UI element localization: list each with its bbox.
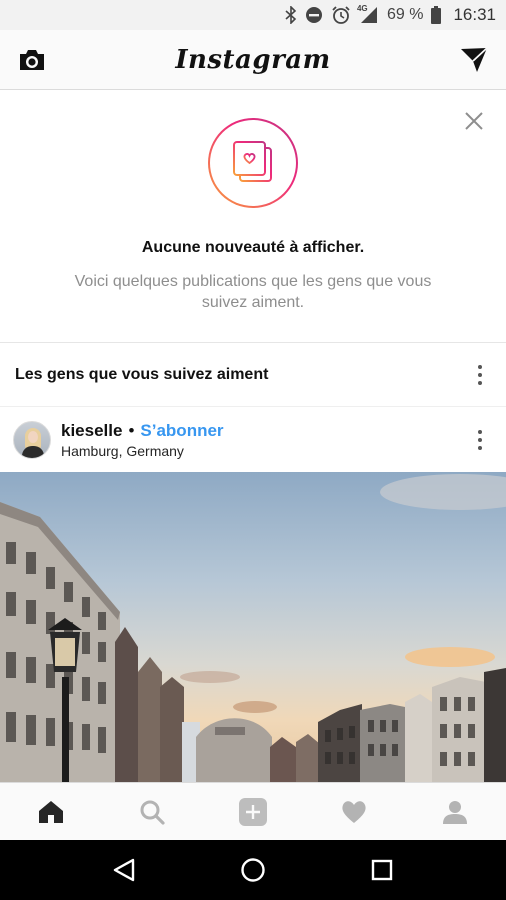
battery-percent: 69 % [386,6,424,23]
bluetooth-icon [285,6,297,24]
tab-profile[interactable] [430,787,480,837]
tab-search[interactable] [127,787,177,837]
home-icon [38,800,63,823]
tab-new-post[interactable] [228,787,278,837]
close-notice-button[interactable] [462,109,486,133]
follow-button[interactable]: S’abonner [140,421,223,441]
instagram-logo: Instagram [175,44,331,75]
more-dot [478,430,482,434]
post-header: kieselle • S’abonner Hamburg, Germany [0,408,506,472]
do-not-disturb-icon [305,6,323,24]
profile-icon [443,800,468,824]
post-meta: kieselle • S’abonner Hamburg, Germany [61,421,470,459]
alarm-icon [331,5,351,25]
system-home-button[interactable] [233,850,273,890]
username-link[interactable]: kieselle [61,421,122,441]
system-recents-button[interactable] [362,850,402,890]
notice-subtitle: Voici quelques publications que les gens… [74,273,432,311]
liked-posts-icon [233,141,272,182]
more-dot [478,381,482,385]
more-dot [478,365,482,369]
clock: 16:31 [453,5,496,24]
more-dot [478,373,482,377]
new-post-icon [238,797,267,826]
battery-icon [431,6,442,24]
post-options-button[interactable] [470,426,490,454]
top-nav: Instagram [0,30,506,90]
back-triangle-icon [114,858,135,882]
suggested-section-header: Les gens que vous suivez aiment [0,344,506,407]
close-icon [465,112,483,130]
separator: • [128,421,135,440]
avatar[interactable] [13,421,51,459]
camera-icon [20,49,44,70]
bottom-tab-bar [0,782,506,840]
signal-icon: 4G [356,4,379,24]
tab-activity[interactable] [329,787,379,837]
direct-message-icon [460,46,488,72]
more-dot [478,446,482,450]
camera-button[interactable] [16,44,48,76]
status-bar: 4G 69 % 16:31 [0,0,506,30]
notice-title: Aucune nouveauté à afficher. [141,239,365,256]
recents-square-icon [371,859,392,881]
system-nav-bar [0,840,506,900]
more-dot [478,438,482,442]
direct-message-button[interactable] [458,44,490,76]
activity-heart-icon [342,800,366,823]
tab-home[interactable] [26,787,76,837]
network-type: 4G [356,4,368,13]
section-options-button[interactable] [470,361,490,389]
section-title: Les gens que vous suivez aiment [15,366,269,383]
city-street-image [0,474,506,782]
post-location[interactable]: Hamburg, Germany [61,443,470,459]
empty-feed-notice: Aucune nouveauté à afficher. Voici quelq… [0,91,506,343]
home-circle-icon [241,858,265,882]
post-photo[interactable] [0,472,506,782]
notice-illustration [208,118,298,208]
search-icon [140,800,165,825]
system-back-button[interactable] [104,850,144,890]
